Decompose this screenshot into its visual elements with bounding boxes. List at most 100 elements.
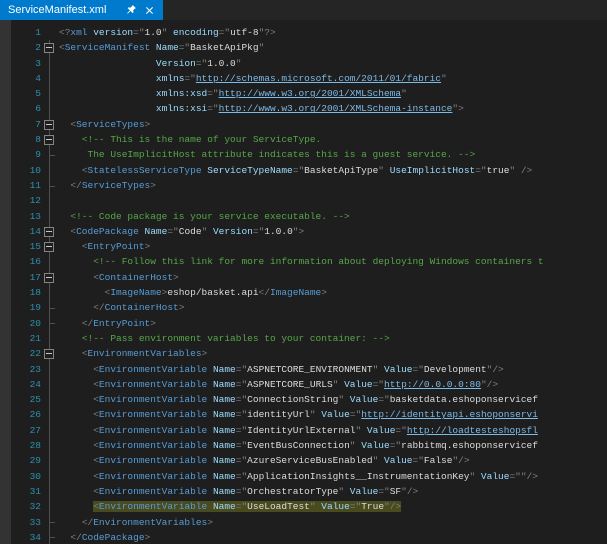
fold-collapse-icon[interactable] <box>42 40 59 55</box>
line-number: 25 <box>0 392 42 407</box>
fold-collapse-icon[interactable] <box>42 346 59 361</box>
fold-margin <box>42 147 59 162</box>
code-line[interactable]: 8 <!-- This is the name of your ServiceT… <box>0 132 607 147</box>
line-number: 29 <box>0 453 42 468</box>
fold-margin <box>42 86 59 101</box>
code-line[interactable]: 16 <!-- Follow this link for more inform… <box>0 254 607 269</box>
code-text: <EnvironmentVariable Name="ASPNETCORE_EN… <box>59 362 504 377</box>
line-number: 22 <box>0 346 42 361</box>
tab-servicemanifest[interactable]: ServiceManifest.xml <box>0 0 163 20</box>
code-line[interactable]: 33 </EnvironmentVariables> <box>0 515 607 530</box>
code-line[interactable]: 20 </EntryPoint> <box>0 316 607 331</box>
code-line[interactable]: 10 <StatelessServiceType ServiceTypeName… <box>0 163 607 178</box>
code-line[interactable]: 23 <EnvironmentVariable Name="ASPNETCORE… <box>0 362 607 377</box>
code-line[interactable]: 27 <EnvironmentVariable Name="IdentityUr… <box>0 423 607 438</box>
code-line[interactable]: 15 <EntryPoint> <box>0 239 607 254</box>
fold-margin <box>42 530 59 544</box>
code-text: <EnvironmentVariable Name="AzureServiceB… <box>59 453 470 468</box>
code-line[interactable]: 31 <EnvironmentVariable Name="Orchestrat… <box>0 484 607 499</box>
line-number: 2 <box>0 40 42 55</box>
line-number: 15 <box>0 239 42 254</box>
code-text: <EnvironmentVariable Name="OrchestratorT… <box>59 484 418 499</box>
code-line[interactable]: 26 <EnvironmentVariable Name="identityUr… <box>0 407 607 422</box>
fold-collapse-icon[interactable] <box>42 224 59 239</box>
fold-margin <box>42 469 59 484</box>
fold-margin <box>42 423 59 438</box>
code-line[interactable]: 25 <EnvironmentVariable Name="Connection… <box>0 392 607 407</box>
code-line[interactable]: 34 </CodePackage> <box>0 530 607 544</box>
code-text: </EntryPoint> <box>59 316 156 331</box>
fold-margin <box>42 101 59 116</box>
code-text: The UseImplicitHost attribute indicates … <box>59 147 475 162</box>
fold-margin <box>42 178 59 193</box>
code-text: <EnvironmentVariable Name="EventBusConne… <box>59 438 538 453</box>
line-number: 18 <box>0 285 42 300</box>
fold-collapse-icon[interactable] <box>42 117 59 132</box>
code-line[interactable]: 11 </ServiceTypes> <box>0 178 607 193</box>
fold-collapse-icon[interactable] <box>42 270 59 285</box>
line-number: 10 <box>0 163 42 178</box>
close-icon[interactable] <box>142 3 156 17</box>
line-number: 11 <box>0 178 42 193</box>
line-number: 14 <box>0 224 42 239</box>
code-line[interactable]: 21 <!-- Pass environment variables to yo… <box>0 331 607 346</box>
fold-collapse-icon[interactable] <box>42 239 59 254</box>
fold-collapse-icon[interactable] <box>42 132 59 147</box>
code-line[interactable]: 32 <EnvironmentVariable Name="UseLoadTes… <box>0 499 607 514</box>
code-editor[interactable]: 1<?xml version="1.0" encoding="utf-8"?>2… <box>0 20 607 544</box>
code-text: </ServiceTypes> <box>59 178 156 193</box>
code-line[interactable]: 3 Version="1.0.0" <box>0 56 607 71</box>
code-text: <EnvironmentVariable Name="IdentityUrlEx… <box>59 423 538 438</box>
code-text: <!-- Code package is your service execut… <box>59 209 350 224</box>
code-text: <EnvironmentVariable Name="ASPNETCORE_UR… <box>59 377 498 392</box>
line-number: 8 <box>0 132 42 147</box>
fold-margin <box>42 163 59 178</box>
code-line[interactable]: 13 <!-- Code package is your service exe… <box>0 209 607 224</box>
code-text: xmlns:xsi="http://www.w3.org/2001/XMLSch… <box>59 101 464 116</box>
code-text: <EnvironmentVariable Name="identityUrl" … <box>59 407 538 422</box>
code-line[interactable]: 9 The UseImplicitHost attribute indicate… <box>0 147 607 162</box>
code-text: <ServiceTypes> <box>59 117 150 132</box>
line-number: 6 <box>0 101 42 116</box>
code-line[interactable]: 28 <EnvironmentVariable Name="EventBusCo… <box>0 438 607 453</box>
code-text: </EnvironmentVariables> <box>59 515 213 530</box>
fold-margin <box>42 209 59 224</box>
code-line[interactable]: 18 <ImageName>eshop/basket.api</ImageNam… <box>0 285 607 300</box>
fold-margin <box>42 254 59 269</box>
tab-bar: ServiceManifest.xml <box>0 0 607 20</box>
highlighted-code: <EnvironmentVariable Name="UseLoadTest" … <box>93 501 401 512</box>
code-line[interactable]: 22 <EnvironmentVariables> <box>0 346 607 361</box>
fold-margin <box>42 484 59 499</box>
code-text: <!-- This is the name of your ServiceTyp… <box>59 132 321 147</box>
code-line[interactable]: 30 <EnvironmentVariable Name="Applicatio… <box>0 469 607 484</box>
code-line[interactable]: 5 xmlns:xsd="http://www.w3.org/2001/XMLS… <box>0 86 607 101</box>
code-line[interactable]: 24 <EnvironmentVariable Name="ASPNETCORE… <box>0 377 607 392</box>
code-line[interactable]: 19 </ContainerHost> <box>0 300 607 315</box>
fold-margin <box>42 285 59 300</box>
code-line[interactable]: 17 <ContainerHost> <box>0 270 607 285</box>
code-line[interactable]: 29 <EnvironmentVariable Name="AzureServi… <box>0 453 607 468</box>
code-text: <!-- Follow this link for more informati… <box>59 254 544 269</box>
code-line[interactable]: 12 <box>0 193 607 208</box>
code-text: <EnvironmentVariables> <box>59 346 207 361</box>
code-line[interactable]: 14 <CodePackage Name="Code" Version="1.0… <box>0 224 607 239</box>
code-line[interactable]: 7 <ServiceTypes> <box>0 117 607 132</box>
line-number: 23 <box>0 362 42 377</box>
fold-margin <box>42 362 59 377</box>
pin-icon[interactable] <box>124 3 138 17</box>
fold-margin <box>42 300 59 315</box>
code-line[interactable]: 4 xmlns="http://schemas.microsoft.com/20… <box>0 71 607 86</box>
line-number: 4 <box>0 71 42 86</box>
code-text: <!-- Pass environment variables to your … <box>59 331 390 346</box>
fold-margin <box>42 407 59 422</box>
code-line[interactable]: 6 xmlns:xsi="http://www.w3.org/2001/XMLS… <box>0 101 607 116</box>
code-line[interactable]: 1<?xml version="1.0" encoding="utf-8"?> <box>0 25 607 40</box>
fold-margin <box>42 515 59 530</box>
line-number: 3 <box>0 56 42 71</box>
fold-margin <box>42 499 59 514</box>
code-text: <?xml version="1.0" encoding="utf-8"?> <box>59 25 276 40</box>
code-text: <ContainerHost> <box>59 270 179 285</box>
fold-margin <box>42 331 59 346</box>
line-number: 33 <box>0 515 42 530</box>
code-line[interactable]: 2<ServiceManifest Name="BasketApiPkg" <box>0 40 607 55</box>
